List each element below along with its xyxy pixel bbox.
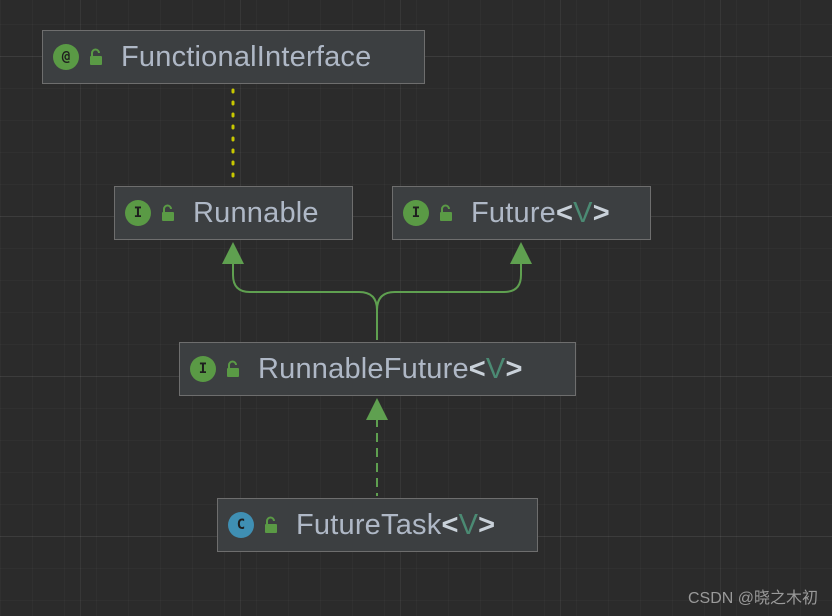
node-functional-interface[interactable]: @ FunctionalInterface: [42, 30, 425, 84]
extends-edge-future: [376, 262, 522, 311]
class-icon: C: [228, 512, 254, 538]
node-label: FutureTask<V>: [296, 508, 496, 541]
extends-edge-runnable: [232, 262, 378, 340]
interface-icon: I: [403, 200, 429, 226]
node-runnable[interactable]: I Runnable: [114, 186, 353, 240]
unlock-icon: [440, 204, 452, 221]
node-label: FunctionalInterface: [121, 40, 372, 73]
node-label: Runnable: [193, 196, 319, 229]
interface-icon: I: [125, 200, 151, 226]
arrowhead-runnable-future: [366, 398, 388, 420]
unlock-icon: [227, 360, 239, 377]
interface-icon: I: [190, 356, 216, 382]
arrowhead-runnable: [222, 242, 244, 264]
unlock-icon: [162, 204, 174, 221]
arrowhead-future: [510, 242, 532, 264]
node-future-task[interactable]: C FutureTask<V>: [217, 498, 538, 552]
node-runnable-future[interactable]: I RunnableFuture<V>: [179, 342, 576, 396]
watermark: CSDN @晓之木初: [687, 590, 818, 607]
annotation-icon: @: [53, 44, 79, 70]
node-label: Future<V>: [471, 196, 610, 229]
node-future[interactable]: I Future<V>: [392, 186, 651, 240]
unlock-icon: [265, 516, 277, 533]
node-label: RunnableFuture<V>: [258, 352, 523, 385]
unlock-icon: [90, 48, 102, 65]
